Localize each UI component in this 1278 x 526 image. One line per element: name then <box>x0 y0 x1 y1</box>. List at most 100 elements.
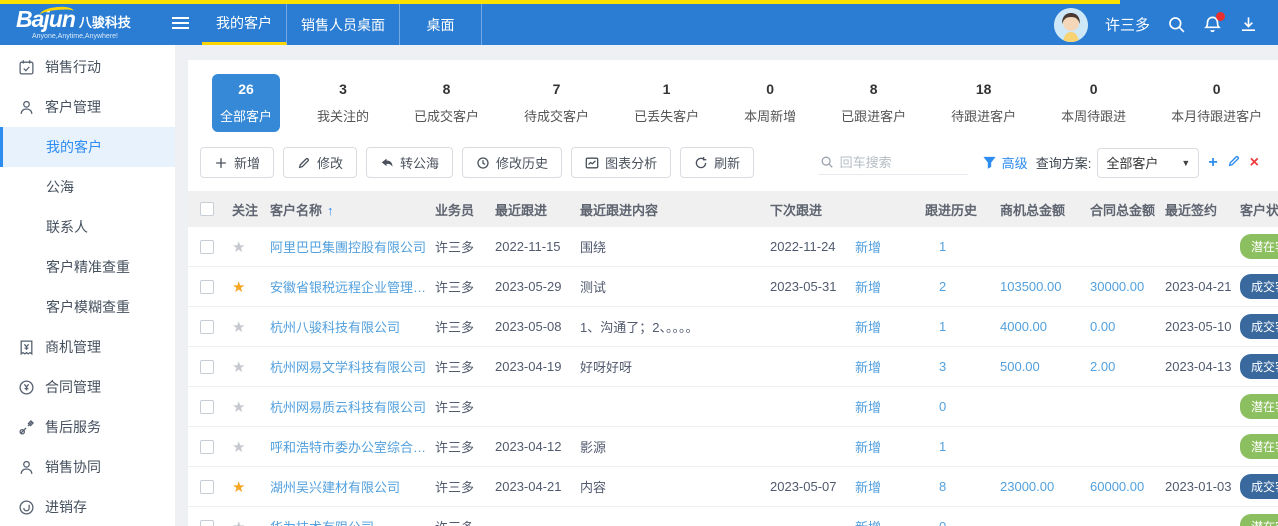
row-checkbox[interactable] <box>200 240 214 254</box>
add-follow-link[interactable]: 新增 <box>855 237 925 256</box>
customer-name-link[interactable]: 湖州吴兴建材有限公司 <box>270 477 435 496</box>
header-customer-name[interactable]: 客户名称↑ <box>270 200 435 219</box>
row-checkbox[interactable] <box>200 320 214 334</box>
contract-amount-link[interactable]: 60000.00 <box>1090 479 1165 494</box>
add-follow-link[interactable]: 新增 <box>855 397 925 416</box>
contract-amount-link[interactable]: 0.00 <box>1090 319 1165 334</box>
star-icon[interactable]: ★ <box>232 239 245 256</box>
stat-card[interactable]: 3 我关注的 <box>309 74 377 132</box>
customer-name-link[interactable]: 安徽省银税远程企业管理有... <box>270 277 435 296</box>
sidebar-item-label: 合同管理 <box>45 377 101 397</box>
edit-button[interactable]: 修改 <box>283 147 357 178</box>
sidebar-item-my-customers[interactable]: 我的客户 <box>0 127 175 167</box>
sort-asc-icon[interactable]: ↑ <box>327 203 334 218</box>
top-tab[interactable]: 我的客户 <box>202 4 287 45</box>
edit-history-button[interactable]: 修改历史 <box>462 147 562 178</box>
user-name[interactable]: 许三多 <box>1105 14 1150 35</box>
follow-history-count-link[interactable]: 1 <box>925 239 1000 254</box>
search-box <box>818 151 968 175</box>
move-to-public-sea-button[interactable]: 转公海 <box>366 147 453 178</box>
top-tab[interactable]: 桌面 <box>400 4 482 45</box>
add-follow-link[interactable]: 新增 <box>855 277 925 296</box>
advanced-filter-link[interactable]: 高级 <box>1002 153 1028 172</box>
sidebar-item-exact-dedup[interactable]: 客户精准查重 <box>0 247 175 287</box>
customer-name-link[interactable]: 杭州八骏科技有限公司 <box>270 317 435 336</box>
stat-card[interactable]: 0 本周待跟进 <box>1053 74 1134 132</box>
add-follow-link[interactable]: 新增 <box>855 477 925 496</box>
customer-name-link[interactable]: 呼和浩特市委办公室综合保... <box>270 437 435 456</box>
row-checkbox[interactable] <box>200 360 214 374</box>
search-icon[interactable] <box>1167 15 1186 34</box>
star-icon[interactable]: ★ <box>232 399 245 416</box>
row-checkbox[interactable] <box>200 400 214 414</box>
follow-history-count-link[interactable]: 3 <box>925 359 1000 374</box>
add-follow-link[interactable]: 新增 <box>855 437 925 456</box>
sidebar-item-after-sales-service[interactable]: 售后服务 <box>0 407 175 447</box>
customer-name-link[interactable]: 阿里巴巴集團控股有限公司 <box>270 237 435 256</box>
contract-amount-link[interactable]: 2.00 <box>1090 359 1165 374</box>
sidebar-item-label: 客户模糊查重 <box>46 297 130 317</box>
status-badge: 潜在客户 <box>1240 514 1278 526</box>
follow-history-count-link[interactable]: 1 <box>925 319 1000 334</box>
add-button[interactable]: 新增 <box>200 147 274 178</box>
add-scheme-button[interactable]: + <box>1208 155 1217 171</box>
search-input[interactable] <box>840 155 950 170</box>
opportunity-amount-link[interactable]: 23000.00 <box>1000 479 1090 494</box>
stat-card[interactable]: 1 已丢失客户 <box>626 74 707 132</box>
delete-scheme-button[interactable]: × <box>1250 155 1259 171</box>
stat-card[interactable]: 0 本周新增 <box>736 74 804 132</box>
customer-name-link[interactable]: 杭州网易文学科技有限公司 <box>270 357 435 376</box>
opportunity-amount-link[interactable]: 4000.00 <box>1000 319 1090 334</box>
select-all-checkbox[interactable] <box>200 202 214 216</box>
customer-name-link[interactable]: 华为技术有限公司 <box>270 517 435 526</box>
sidebar-item-fuzzy-dedup[interactable]: 客户模糊查重 <box>0 287 175 327</box>
calendar-check-icon <box>18 59 35 76</box>
avatar[interactable] <box>1054 8 1088 42</box>
download-icon[interactable] <box>1239 15 1258 34</box>
star-icon[interactable]: ★ <box>232 439 245 456</box>
stat-card[interactable]: 26 全部客户 <box>212 74 280 132</box>
follow-history-count-link[interactable]: 0 <box>925 519 1000 526</box>
opportunity-amount-link[interactable]: 500.00 <box>1000 359 1090 374</box>
top-tab[interactable]: 销售人员桌面 <box>287 4 400 45</box>
menu-toggle-icon[interactable] <box>158 0 202 45</box>
edit-scheme-button[interactable] <box>1227 154 1241 172</box>
sidebar-item-contacts[interactable]: 联系人 <box>0 207 175 247</box>
follow-history-count-link[interactable]: 0 <box>925 399 1000 414</box>
customer-name-link[interactable]: 杭州网易质云科技有限公司 <box>270 397 435 416</box>
query-scheme-select[interactable]: 全部客户 ▼ <box>1097 148 1199 178</box>
sidebar-item-inventory[interactable]: 进销存 <box>0 487 175 526</box>
row-checkbox[interactable] <box>200 280 214 294</box>
sidebar-item-sales-action[interactable]: 销售行动 <box>0 47 175 87</box>
stat-card[interactable]: 8 已成交客户 <box>406 74 487 132</box>
star-icon[interactable]: ★ <box>232 479 245 496</box>
follow-history-count-link[interactable]: 2 <box>925 279 1000 294</box>
star-icon[interactable]: ★ <box>232 519 245 526</box>
sidebar-item-opportunity-management[interactable]: 商机管理 <box>0 327 175 367</box>
row-checkbox[interactable] <box>200 440 214 454</box>
add-follow-link[interactable]: 新增 <box>855 357 925 376</box>
add-follow-link[interactable]: 新增 <box>855 317 925 336</box>
stat-card[interactable]: 7 待成交客户 <box>516 74 597 132</box>
row-checkbox[interactable] <box>200 520 214 526</box>
stat-card[interactable]: 8 已跟进客户 <box>833 74 914 132</box>
stat-card[interactable]: 18 待跟进客户 <box>943 74 1024 132</box>
star-icon[interactable]: ★ <box>232 319 245 336</box>
row-checkbox[interactable] <box>200 480 214 494</box>
refresh-button[interactable]: 刷新 <box>680 147 754 178</box>
contract-amount-link[interactable]: 30000.00 <box>1090 279 1165 294</box>
follow-history-count-link[interactable]: 1 <box>925 439 1000 454</box>
opportunity-amount-link[interactable]: 103500.00 <box>1000 279 1090 294</box>
stat-card[interactable]: 0 本月待跟进客户 <box>1163 74 1270 132</box>
sidebar-item-sales-collaboration[interactable]: 销售协同 <box>0 447 175 487</box>
chart-analysis-button[interactable]: 图表分析 <box>571 147 671 178</box>
follow-history-count-link[interactable]: 8 <box>925 479 1000 494</box>
sidebar-item-customer-management[interactable]: 客户管理 <box>0 87 175 127</box>
star-icon[interactable]: ★ <box>232 279 245 296</box>
notifications-bell-icon[interactable] <box>1203 15 1222 34</box>
add-follow-link[interactable]: 新增 <box>855 517 925 526</box>
sidebar-item-public-sea[interactable]: 公海 <box>0 167 175 207</box>
star-icon[interactable]: ★ <box>232 359 245 376</box>
filter-funnel-icon[interactable] <box>982 155 997 170</box>
sidebar-item-contract-management[interactable]: 合同管理 <box>0 367 175 407</box>
